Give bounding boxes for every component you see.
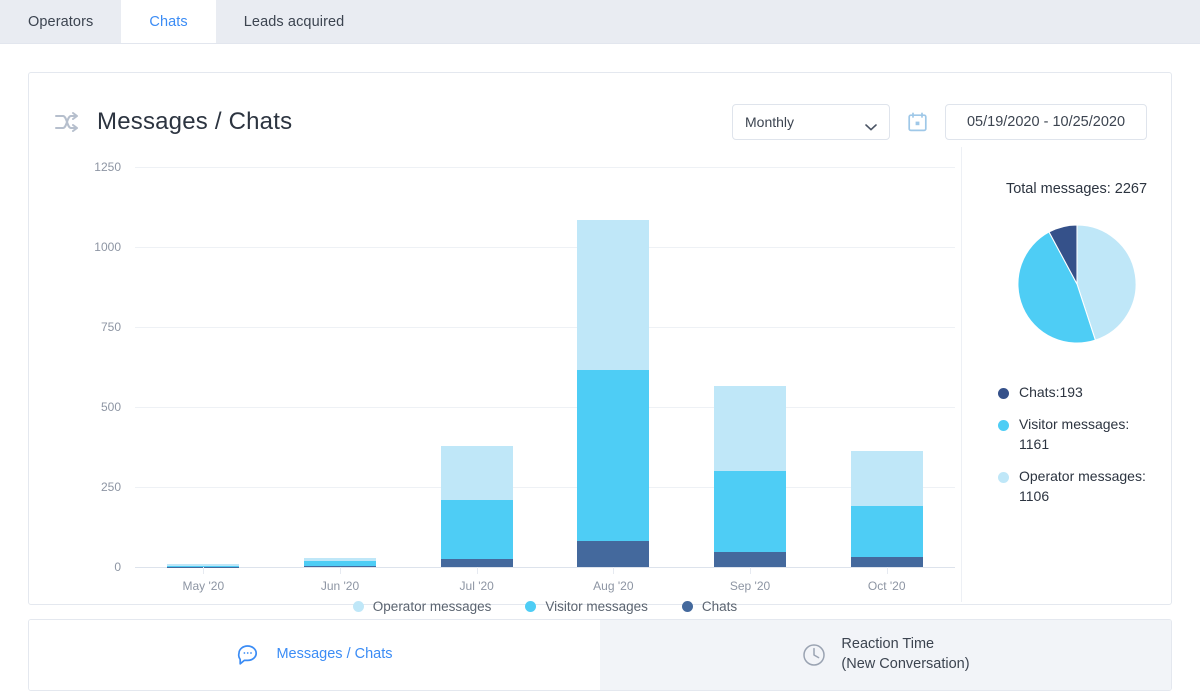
total-messages-label: Total messages: 2267 [1005,181,1148,197]
period-select[interactable]: Monthly [732,104,890,140]
page-content: Messages / Chats Monthly 05/19/2020 - 10… [0,44,1200,691]
bar-segment [577,370,650,542]
bar-segment [440,500,513,559]
messages-chats-card: Messages / Chats Monthly 05/19/2020 - 10… [28,72,1172,614]
legend-color-dot [998,388,1009,399]
bar-column[interactable]: May '20 [135,167,272,593]
stacked-bar[interactable] [714,386,787,567]
top-tab-bar: Operators Chats Leads acquired [0,0,1200,44]
x-axis-tick-label: Aug '20 [593,579,634,593]
y-axis-tick-label: 1000 [94,240,121,254]
x-axis-tick [750,567,752,574]
bar-segment [850,506,923,558]
stacked-bar[interactable] [850,451,923,567]
bar-chart-plot: 1250 1000 750 500 250 0 May '20 Jun '20 Jul '20 A… [94,160,955,593]
x-axis-tick [613,567,615,574]
tab-chats-label: Chats [149,13,188,30]
y-axis-tick-label: 750 [100,320,121,334]
x-axis-tick [203,567,205,574]
date-range-value: 05/19/2020 - 10/25/2020 [966,114,1126,130]
legend-color-dot [998,471,1009,483]
tab-leads-acquired[interactable]: Leads acquired [216,0,373,43]
bar-column[interactable]: Jul '20 [408,167,545,593]
page-title: Messages / Chats [97,108,293,135]
chevron-down-icon [865,118,877,131]
legend-color-dot [681,601,693,612]
stacked-bar[interactable] [440,446,513,567]
legend-item-label: Operator messages [372,599,492,614]
tab-operators-label: Operators [28,13,94,30]
pie-chart-svg [1016,224,1137,344]
clock-icon [801,642,827,668]
tab-leads-acquired-label: Leads acquired [243,13,345,30]
bar-segment [440,446,513,501]
bar-group: May '20 Jun '20 Jul '20 Aug '20 Sep '20 Oct '… [135,167,955,593]
summary-legend-label: Visitor messages: 1161 [1019,415,1130,452]
bar-column[interactable]: Oct '20 [818,167,955,593]
summary-legend-item[interactable]: Chats:193 [998,383,1161,403]
bar-chart: 1250 1000 750 500 250 0 May '20 Jun '20 Jul '20 A… [29,147,961,614]
bottom-tab-messages-chats-label: Messages / Chats [276,646,393,663]
card-header-controls: Monthly 05/19/2020 - 10/25/2020 [732,104,1147,140]
bar-segment [577,219,650,371]
legend-item[interactable]: Visitor messages [525,599,648,614]
card-body: 1250 1000 750 500 250 0 May '20 Jun '20 Jul '20 A… [29,147,1171,614]
bottom-tab-reaction-time[interactable]: Reaction Time (New Conversation) [600,620,1171,690]
shuffle-icon [53,111,81,133]
bottom-tab-reaction-time-label: Reaction Time (New Conversation) [841,636,970,672]
bottom-tab-bar: Messages / Chats Reaction Time (New Conv… [28,619,1172,691]
stacked-bar[interactable] [304,558,376,567]
y-axis-tick-label: 500 [100,400,121,414]
card-header: Messages / Chats Monthly 05/19/2020 - 10… [29,73,1171,147]
period-select-value: Monthly [745,114,795,130]
x-axis-tick-label: Oct '20 [867,579,906,593]
summary-legend-item[interactable]: Visitor messages: 1161 [998,415,1161,455]
bar-chart-legend: Operator messages Visitor messages Chats [135,599,955,614]
summary-legend-label: Chats:193 [1019,384,1083,400]
legend-color-dot [352,601,364,612]
bar-column[interactable]: Jun '20 [272,167,409,593]
x-axis-tick-label: Jul '20 [459,579,494,593]
bar-segment [850,557,923,567]
summary-legend-item[interactable]: Operator messages: 1106 [998,467,1161,507]
y-axis-tick-label: 1250 [94,160,121,174]
pie-chart [992,219,1161,349]
summary-panel: Total messages: 2267 Chats:193 Visitor me… [961,147,1171,602]
legend-item[interactable]: Chats [681,599,738,614]
bar-column[interactable]: Aug '20 [545,167,682,593]
bottom-tab-messages-chats[interactable]: Messages / Chats [29,620,600,690]
date-range-input[interactable]: 05/19/2020 - 10/25/2020 [945,104,1147,140]
summary-legend: Chats:193 Visitor messages: 1161 Operator … [992,383,1161,506]
gridline: 0 [114,560,955,574]
bar-segment [714,386,787,472]
bar-segment [850,451,923,507]
x-axis-tick-label: Sep '20 [729,579,771,593]
legend-color-dot [525,601,537,612]
legend-item[interactable]: Operator messages [352,599,492,614]
tab-chats[interactable]: Chats [121,0,216,43]
legend-color-dot [998,419,1009,431]
bar-segment [714,471,787,552]
x-axis-tick [886,567,888,574]
bar-segment [440,559,513,567]
bar-segment [714,551,787,567]
summary-legend-label: Operator messages: 1106 [1019,467,1146,504]
x-axis-tick-label: Jun '20 [320,579,360,593]
legend-item-label: Chats [701,599,738,614]
x-axis-tick [340,567,341,574]
calendar-icon[interactable] [908,112,927,132]
y-axis-tick-label: 0 [114,560,121,574]
chat-bubble-icon [236,642,262,668]
bar-segment [577,541,650,567]
y-axis-tick-label: 250 [100,480,121,494]
x-axis-tick-label: May '20 [182,579,225,593]
x-axis-tick [476,567,478,574]
legend-item-label: Visitor messages [545,599,648,614]
bar-column[interactable]: Sep '20 [682,167,819,593]
tab-operators[interactable]: Operators [0,0,121,43]
stacked-bar[interactable] [577,219,650,567]
